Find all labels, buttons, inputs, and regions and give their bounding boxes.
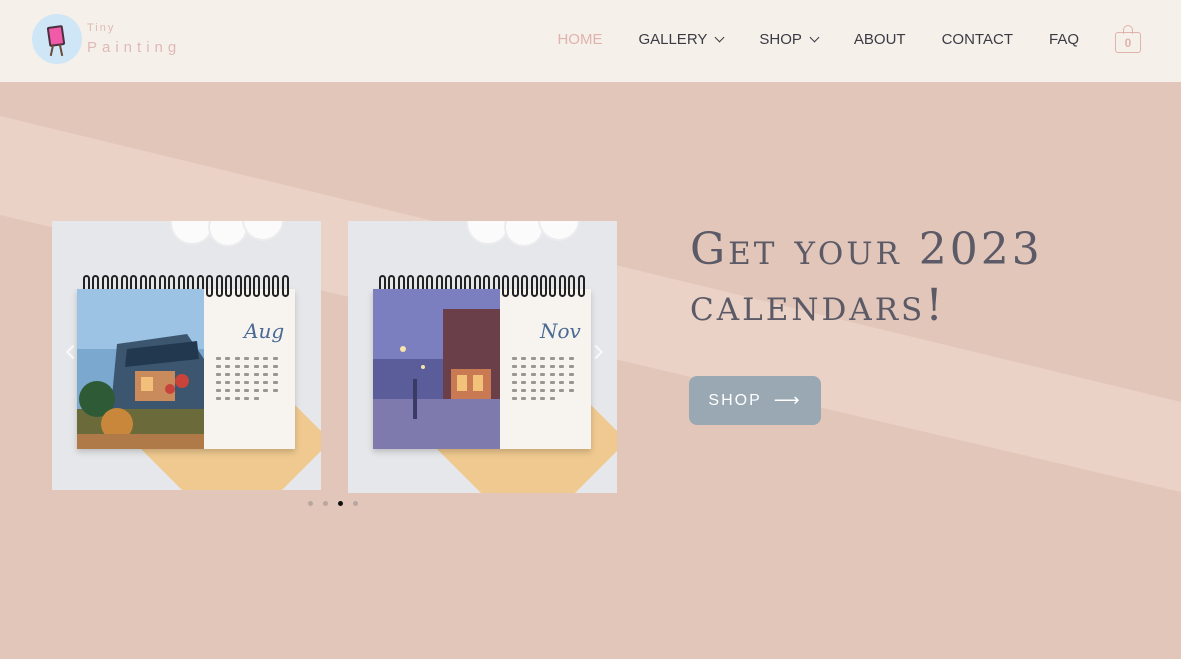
cart-button[interactable]: 0	[1115, 25, 1141, 53]
logo-text: Tiny Painting	[87, 22, 182, 56]
nav-shop[interactable]: SHOP	[759, 30, 820, 48]
hero-shop-button[interactable]: SHOP ⟶	[689, 376, 821, 425]
slider-dot-4[interactable]	[353, 501, 358, 506]
site-logo[interactable]: Tiny Painting	[32, 13, 202, 65]
nav-about-label: ABOUT	[853, 30, 906, 48]
night-street-painting-image	[373, 289, 500, 449]
nav-contact[interactable]: CONTACT	[942, 31, 1013, 48]
nav-faq[interactable]: FAQ	[1049, 31, 1079, 48]
calendar-slide-nov[interactable]: Nov	[348, 221, 617, 493]
headline-line-1: Get your 2023	[690, 224, 1043, 275]
shop-button-label: SHOP	[708, 391, 762, 409]
logo-name: Painting	[87, 39, 182, 56]
nav-gallery[interactable]: GALLERY	[638, 30, 725, 48]
nav-gallery-label: GALLERY	[638, 30, 708, 48]
slider-pagination	[308, 501, 368, 506]
nav-shop-label: SHOP	[759, 30, 802, 48]
slider-dot-1[interactable]	[308, 501, 313, 506]
month-label-nov: Nov	[540, 319, 581, 343]
street-painting-image	[77, 289, 204, 449]
slider-dot-3[interactable]	[338, 501, 343, 506]
nav-home-label: HOME	[557, 30, 603, 48]
month-label-aug: Aug	[244, 319, 285, 343]
nav-home[interactable]: HOME	[557, 31, 602, 48]
long-arrow-right-icon: ⟶	[773, 390, 802, 410]
logo-tagline: Tiny	[87, 22, 116, 34]
calendar-nov: Nov	[373, 275, 591, 449]
easel-logo-icon	[32, 14, 82, 64]
nav-contact-label: CONTACT	[941, 30, 1013, 48]
site-header: Tiny Painting HOME GALLERY SHOP ABOUT CO…	[0, 0, 1181, 82]
nav-faq-label: FAQ	[1048, 30, 1079, 48]
main-nav: HOME GALLERY SHOP ABOUT CONTACT FAQ 0	[521, 20, 1141, 58]
hero-headline: Get your 2023 calendars!	[690, 222, 1150, 334]
headline-line-2: calendars!	[690, 280, 946, 331]
calendar-slide-aug[interactable]: Aug	[52, 221, 321, 490]
nav-about[interactable]: ABOUT	[854, 31, 906, 48]
calendar-aug: Aug	[77, 275, 295, 449]
slider-dot-2[interactable]	[323, 501, 328, 506]
chevron-down-icon	[714, 32, 725, 42]
chevron-down-icon	[809, 32, 820, 42]
cart-count: 0	[1115, 32, 1141, 53]
